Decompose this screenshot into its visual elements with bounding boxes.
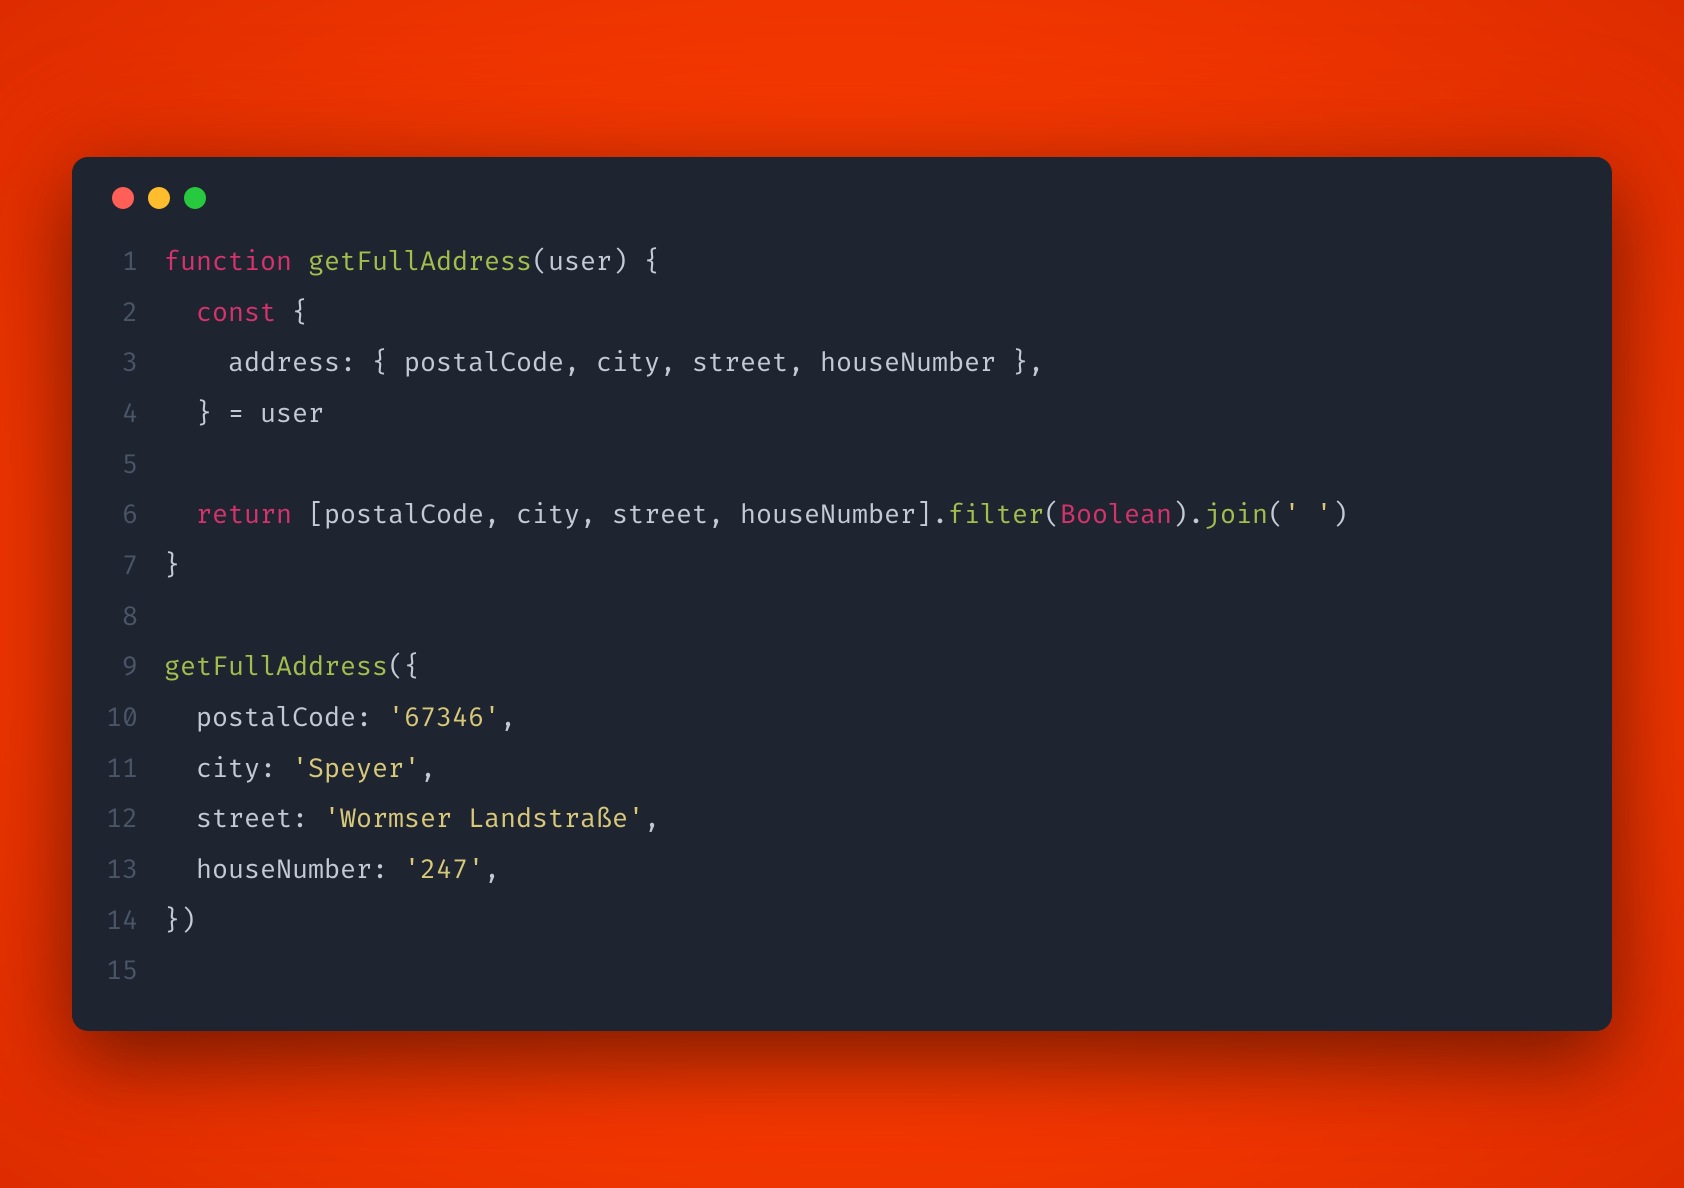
line-number: 6 [106, 490, 164, 541]
close-icon[interactable] [112, 187, 134, 209]
code-line: 2 const { [106, 288, 1578, 339]
code-editor: 1function getFullAddress(user) {2 const … [106, 237, 1578, 997]
token-punct: street: [164, 803, 324, 835]
line-number: 15 [106, 946, 164, 997]
token-punct: user [548, 246, 612, 278]
line-number: 12 [106, 794, 164, 845]
line-number: 4 [106, 389, 164, 440]
code-line: 5 [106, 440, 1578, 491]
line-number: 2 [106, 288, 164, 339]
token-str: 'Wormser Landstraße' [324, 803, 644, 835]
line-number: 1 [106, 237, 164, 288]
token-fn: getFullAddress [308, 246, 532, 278]
line-number: 11 [106, 744, 164, 795]
token-punct [164, 499, 196, 531]
token-punct: , [500, 702, 516, 734]
token-fn: getFullAddress [164, 651, 388, 683]
token-str: ' ' [1284, 499, 1332, 531]
line-content: } = user [164, 389, 1578, 440]
token-str: 'Speyer' [292, 753, 420, 785]
line-content [164, 946, 1578, 997]
line-content: getFullAddress({ [164, 642, 1578, 693]
code-line: 9getFullAddress({ [106, 642, 1578, 693]
code-line: 11 city: 'Speyer', [106, 744, 1578, 795]
line-content: houseNumber: '247', [164, 845, 1578, 896]
code-line: 13 houseNumber: '247', [106, 845, 1578, 896]
token-punct [292, 246, 308, 278]
line-number: 9 [106, 642, 164, 693]
maximize-icon[interactable] [184, 187, 206, 209]
token-punct: , [644, 803, 660, 835]
line-number: 14 [106, 896, 164, 947]
line-content: return [postalCode, city, street, houseN… [164, 490, 1578, 541]
line-number: 8 [106, 592, 164, 643]
token-method: filter [948, 499, 1044, 531]
token-kw: function [164, 246, 292, 278]
code-line: 3 address: { postalCode, city, street, h… [106, 338, 1578, 389]
token-punct: }) [164, 905, 196, 937]
code-line: 4 } = user [106, 389, 1578, 440]
code-line: 7} [106, 541, 1578, 592]
token-punct: } [164, 550, 180, 582]
code-line: 14}) [106, 896, 1578, 947]
token-method: join [1204, 499, 1268, 531]
line-number: 3 [106, 338, 164, 389]
line-content: postalCode: '67346', [164, 693, 1578, 744]
token-punct: [postalCode, city, street, houseNumber]. [292, 499, 948, 531]
line-number: 10 [106, 693, 164, 744]
code-line: 15 [106, 946, 1578, 997]
token-kw: return [196, 499, 292, 531]
line-number: 5 [106, 440, 164, 491]
window-controls [112, 187, 1578, 209]
token-punct: address: { postalCode, city, street, hou… [164, 347, 1044, 379]
token-punct: ( [532, 246, 548, 278]
token-cls: Boolean [1060, 499, 1172, 531]
line-content: function getFullAddress(user) { [164, 237, 1578, 288]
code-line: 8 [106, 592, 1578, 643]
token-punct: postalCode: [164, 702, 388, 734]
token-punct: { [276, 297, 308, 329]
code-window: 1function getFullAddress(user) {2 const … [72, 157, 1612, 1031]
code-line: 10 postalCode: '67346', [106, 693, 1578, 744]
token-punct: ( [1268, 499, 1284, 531]
token-punct: } = user [164, 398, 324, 430]
token-punct: houseNumber: [164, 854, 404, 886]
token-punct: , [420, 753, 436, 785]
line-content: street: 'Wormser Landstraße', [164, 794, 1578, 845]
line-content: } [164, 541, 1578, 592]
line-content: city: 'Speyer', [164, 744, 1578, 795]
token-punct [164, 297, 196, 329]
line-number: 7 [106, 541, 164, 592]
token-punct: ( [1044, 499, 1060, 531]
line-content [164, 440, 1578, 491]
line-content: address: { postalCode, city, street, hou… [164, 338, 1578, 389]
code-line: 1function getFullAddress(user) { [106, 237, 1578, 288]
token-str: '247' [404, 854, 484, 886]
minimize-icon[interactable] [148, 187, 170, 209]
line-number: 13 [106, 845, 164, 896]
code-line: 12 street: 'Wormser Landstraße', [106, 794, 1578, 845]
token-punct: ) { [612, 246, 660, 278]
line-content [164, 592, 1578, 643]
token-punct: city: [164, 753, 292, 785]
token-punct: ({ [388, 651, 420, 683]
token-punct: ). [1172, 499, 1204, 531]
token-punct: , [484, 854, 500, 886]
code-line: 6 return [postalCode, city, street, hous… [106, 490, 1578, 541]
token-punct: ) [1332, 499, 1348, 531]
token-kw: const [196, 297, 276, 329]
line-content: }) [164, 896, 1578, 947]
token-str: '67346' [388, 702, 500, 734]
line-content: const { [164, 288, 1578, 339]
